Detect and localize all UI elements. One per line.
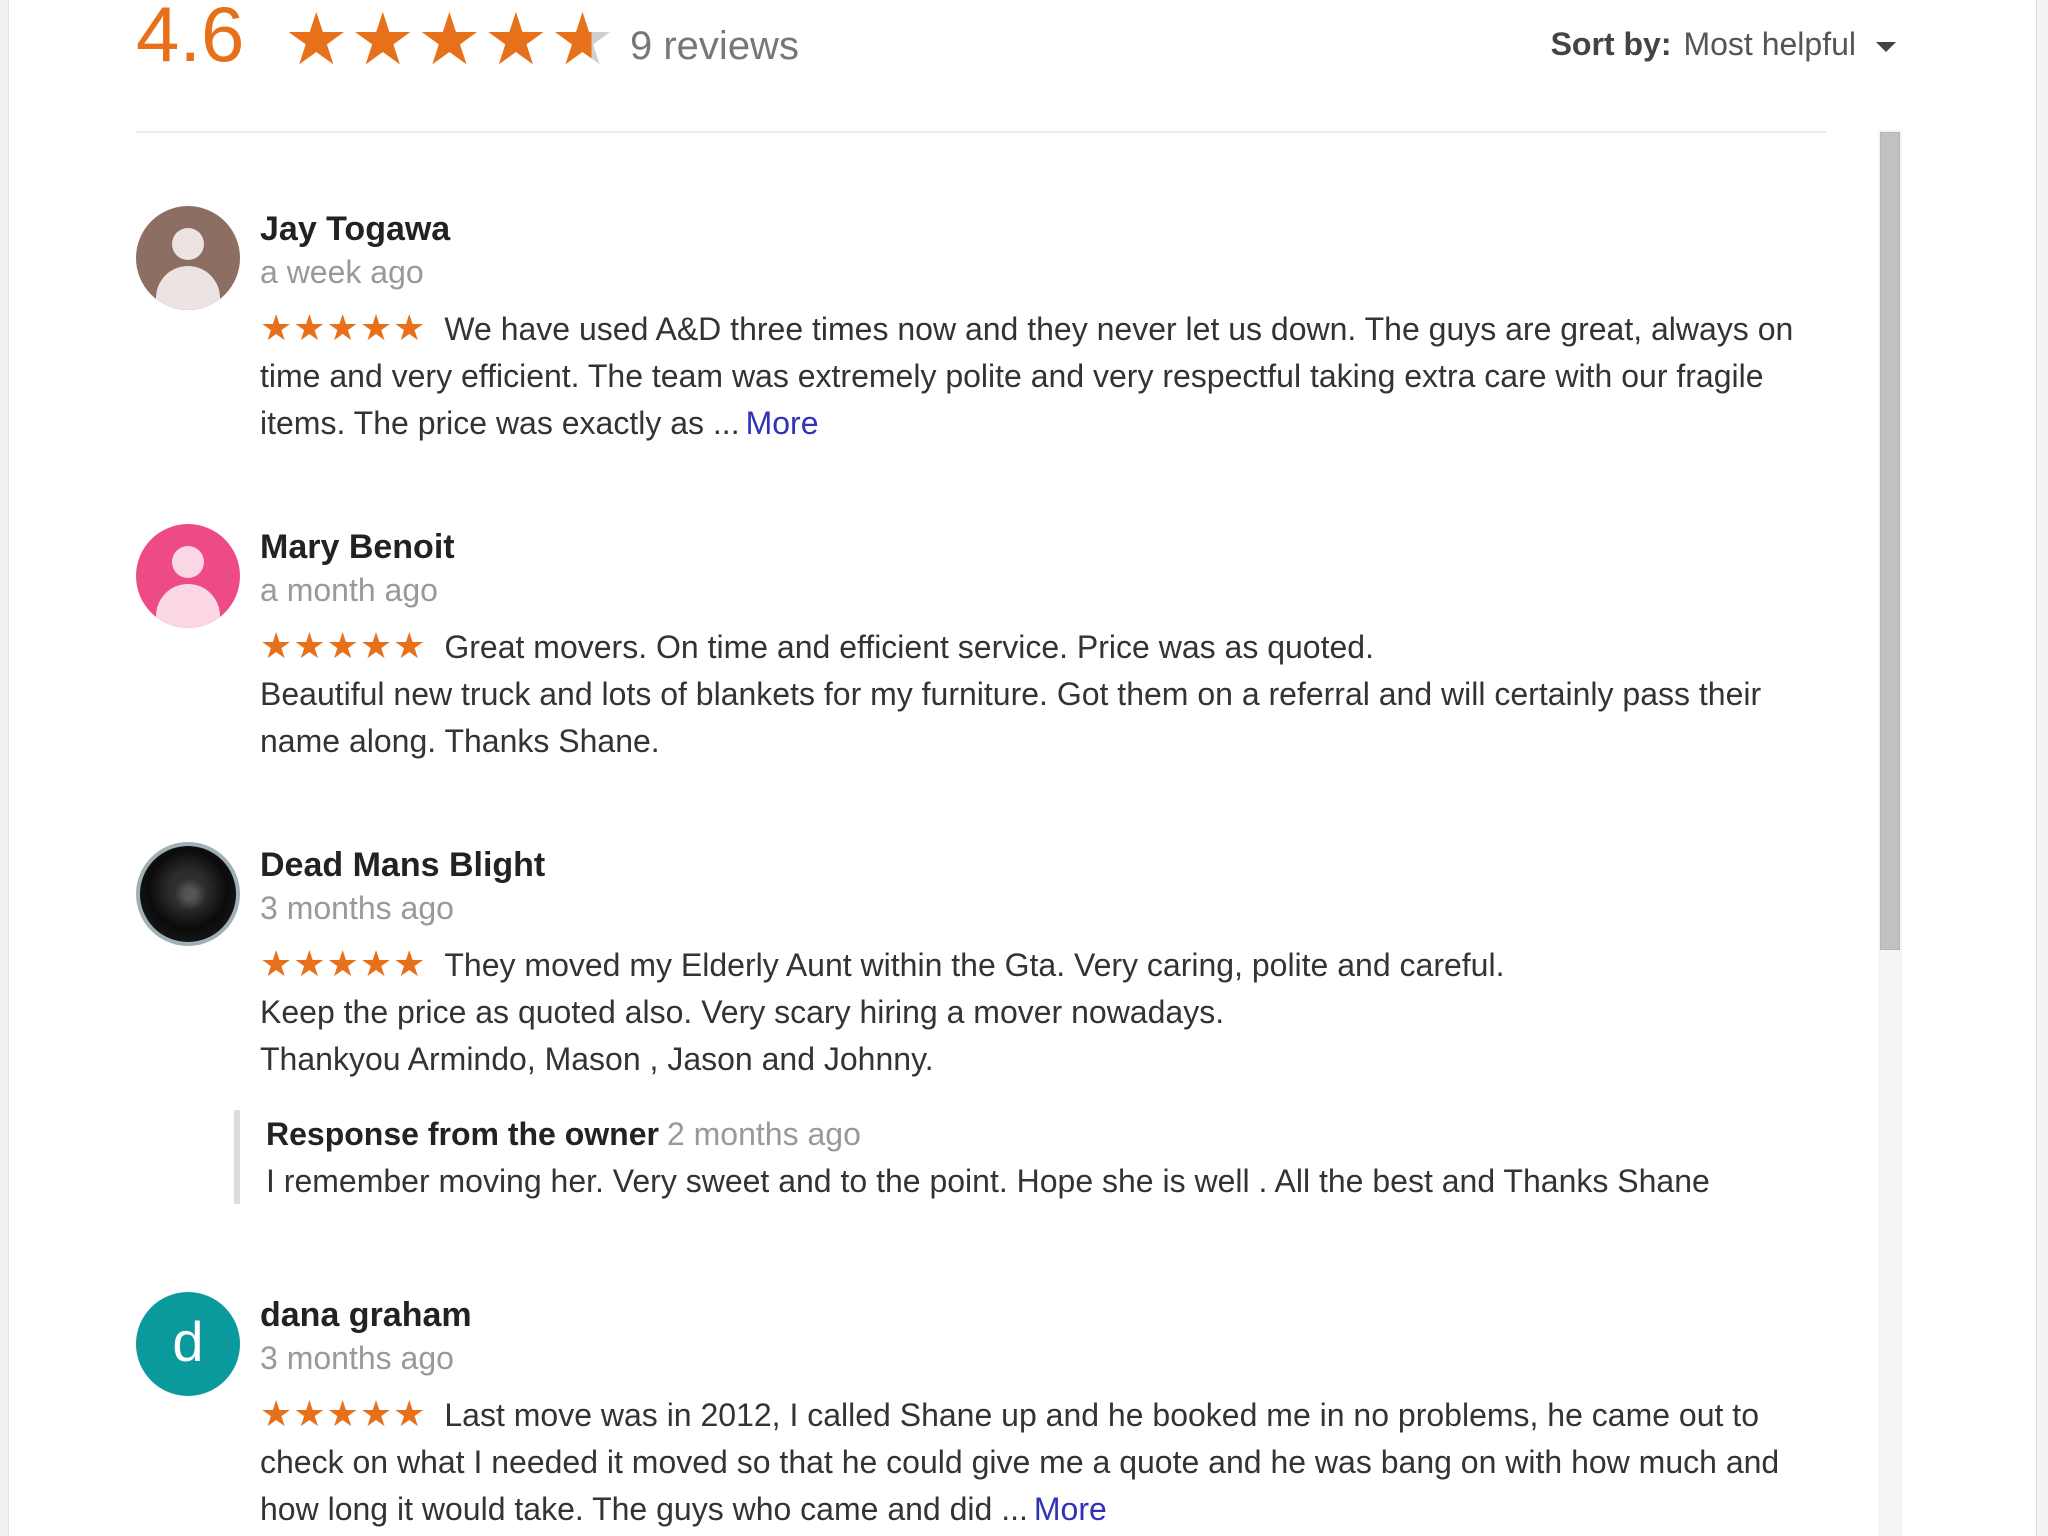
- reviewer-name[interactable]: dana graham: [260, 1296, 472, 1335]
- sort-dropdown[interactable]: Sort by: Most helpful: [1551, 26, 1896, 63]
- review-stars: ★★★★★: [260, 625, 427, 666]
- review-stars: ★★★★★: [260, 307, 427, 348]
- review-count: 9 reviews: [630, 24, 799, 68]
- review-text-line: Great movers. On time and efficient serv…: [444, 629, 1374, 665]
- review-text-line: Keep the price as quoted also. Very scar…: [260, 994, 1225, 1030]
- more-link[interactable]: More: [746, 405, 819, 441]
- avatar[interactable]: [136, 524, 240, 628]
- sort-label: Sort by:: [1550, 26, 1672, 62]
- review-text-line: Beautiful new truck and lots of blankets…: [260, 676, 1762, 759]
- person-icon: [172, 546, 204, 578]
- avatar[interactable]: d: [136, 1292, 240, 1396]
- review-text-block: ★★★★★ Last move was in 2012, I called Sha…: [260, 1390, 1840, 1533]
- person-body: [156, 584, 220, 628]
- reviewer-name[interactable]: Dead Mans Blight: [260, 846, 545, 885]
- review-time: a month ago: [260, 572, 438, 608]
- review-time: 3 months ago: [260, 1340, 454, 1376]
- rating-summary-header: 4.6 ★★★★★ 9 reviews Sort by: Most helpfu…: [136, 0, 1896, 80]
- star-full-icon: ★: [350, 0, 418, 80]
- review-time: a week ago: [260, 254, 424, 290]
- owner-response-header: Response from the owner 2 months ago: [266, 1110, 1866, 1158]
- owner-response-label: Response from the owner: [266, 1116, 659, 1152]
- review-text-line: They moved my Elderly Aunt within the Gt…: [444, 947, 1505, 983]
- owner-response-time: 2 months ago: [666, 1116, 861, 1152]
- person-body: [156, 266, 220, 310]
- review-text: Last move was in 2012, I called Shane up…: [260, 1397, 1780, 1527]
- avatar[interactable]: [136, 842, 240, 946]
- page-right-edge: [2036, 0, 2048, 1536]
- person-icon: [172, 228, 204, 260]
- review-time: 3 months ago: [260, 890, 454, 926]
- caret-down-icon: [1876, 41, 1896, 52]
- rating-stars: ★★★★★: [284, 0, 617, 80]
- more-link[interactable]: More: [1034, 1491, 1107, 1527]
- owner-response-text: I remember moving her. Very sweet and to…: [266, 1163, 1710, 1199]
- sort-value: Most helpful: [1683, 26, 1856, 62]
- review-item: d dana graham 3 months ago ★★★★★ Last mov…: [136, 1292, 1836, 1536]
- avatar-photo: [170, 876, 210, 912]
- review-text-line: Thankyou Armindo, Mason , Jason and John…: [260, 1041, 934, 1077]
- review-text-block: ★★★★★ We have used A&D three times now an…: [260, 304, 1840, 447]
- star-full-icon: ★: [284, 0, 351, 80]
- avatar[interactable]: [136, 206, 240, 310]
- reviewer-name[interactable]: Jay Togawa: [260, 210, 450, 249]
- star-full-icon: ★: [483, 0, 551, 80]
- review-item: Jay Togawa a week ago ★★★★★ We have used …: [136, 206, 1836, 456]
- header-divider: [136, 131, 1826, 133]
- reviewer-name[interactable]: Mary Benoit: [260, 528, 455, 567]
- average-rating: 4.6: [136, 0, 245, 78]
- review-stars: ★★★★★: [260, 1393, 427, 1434]
- review-text-block: ★★★★★ Great movers. On time and efficient…: [260, 622, 1840, 765]
- star-partial-icon: ★: [550, 0, 617, 80]
- review-stars: ★★★★★: [260, 943, 427, 984]
- review-text-block: ★★★★★ They moved my Elderly Aunt within t…: [260, 940, 1840, 1083]
- page-left-edge: [0, 0, 9, 1536]
- scrollbar-thumb[interactable]: [1880, 132, 1900, 950]
- star-full-icon: ★: [417, 0, 484, 80]
- review-item: Mary Benoit a month ago ★★★★★ Great mover…: [136, 524, 1836, 774]
- owner-response: Response from the owner 2 months ago I re…: [234, 1110, 1866, 1204]
- review-item: Dead Mans Blight 3 months ago ★★★★★ They …: [136, 842, 1836, 1092]
- review-text: We have used A&D three times now and the…: [260, 311, 1794, 441]
